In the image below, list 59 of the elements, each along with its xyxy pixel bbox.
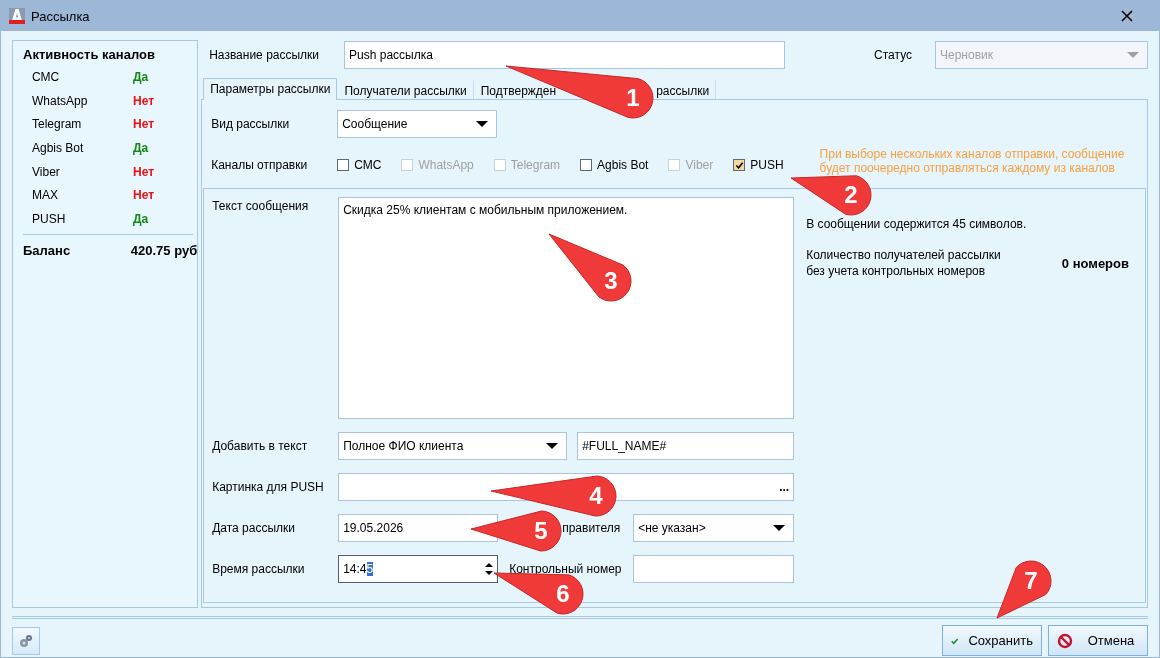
channel-status: Нет <box>133 188 155 203</box>
channel-name: WhatsApp <box>32 93 89 108</box>
date-input-field[interactable]: 19.05.2026 <box>338 514 499 542</box>
callout-marker: 5 <box>470 510 562 552</box>
time-spinner-field[interactable]: 14:45 <box>338 555 499 583</box>
field-label: Картинка для PUSH <box>212 480 325 494</box>
recipients-count: 0 номеров <box>1061 255 1129 271</box>
channel-status: Нет <box>133 117 155 132</box>
channel-status: Да <box>133 140 149 155</box>
save-button[interactable]: Сохранить <box>942 625 1042 656</box>
hint-text: При выборе нескольких каналов отправки, сообщение будет поочередно отправляться каждому из каналов <box>819 147 1125 175</box>
channel-checkbox[interactable]: PUSH <box>733 158 784 172</box>
type-dropdown[interactable]: Сообщение <box>337 110 498 138</box>
spin-arrows-icon[interactable] <box>485 562 494 576</box>
callout-marker: 2 <box>790 175 872 216</box>
field-label: Название рассылки <box>209 48 320 62</box>
tab[interactable]: Параметры рассылки <box>203 78 338 100</box>
code-input-field[interactable]: #FULL_NAME# <box>577 432 795 460</box>
callout-marker: 7 <box>996 560 1052 619</box>
gears-icon <box>18 632 34 649</box>
field-label: правителя <box>562 521 622 535</box>
field-label: Текст сообщения <box>212 198 310 215</box>
name-input-field[interactable]: Push рассылка <box>344 41 786 69</box>
balance-value: 420.75 руб <box>130 243 198 259</box>
char-count-text: В сообщении содержится 45 символов. <box>806 217 1028 231</box>
app-logo-icon <box>9 8 25 24</box>
channel-name: Telegram <box>32 117 83 132</box>
channel-name: Viber <box>32 164 61 179</box>
callout-marker: 3 <box>548 233 632 302</box>
channel-name: Agbis Bot <box>32 140 85 155</box>
insert-dropdown[interactable]: Полное ФИО клиента <box>338 432 568 460</box>
panel-title: Активность каналов <box>23 47 156 62</box>
check-icon <box>734 160 744 170</box>
field-label: Статус <box>874 48 912 62</box>
channel-status: Да <box>133 211 149 226</box>
control-number-field[interactable] <box>633 555 795 583</box>
field-label: Вид рассылки <box>211 117 291 131</box>
channel-status: Нет <box>133 164 155 179</box>
field-label: Время рассылки <box>212 562 306 576</box>
field-label: Каналы отправки <box>211 158 309 172</box>
channel-name: MAX <box>32 188 59 203</box>
tab[interactable]: Получатели рассылки <box>337 80 474 99</box>
channel-name: PUSH <box>32 211 67 226</box>
channel-name: СМС <box>32 69 61 84</box>
field-label: Добавить в текст <box>212 439 309 453</box>
sender-dropdown[interactable]: <не указан> <box>633 514 795 542</box>
window-title: Рассылка <box>31 8 91 24</box>
recipients-label: Количество получателей рассылки без учета контрольных номеров <box>806 247 1001 279</box>
channel-checkbox[interactable]: Agbis Bot <box>580 158 649 172</box>
callout-marker: 4 <box>490 475 617 517</box>
settings-button[interactable] <box>12 626 40 655</box>
no-entry-icon <box>1057 632 1073 649</box>
balance-label: Баланс <box>23 243 72 259</box>
channel-checkbox[interactable]: СМС <box>337 158 382 172</box>
channel-status: Да <box>133 69 149 84</box>
channel-status: Нет <box>133 93 155 108</box>
field-label: Дата рассылки <box>212 521 296 535</box>
close-icon[interactable] <box>1121 10 1133 22</box>
cancel-button[interactable]: Отмена <box>1048 625 1148 656</box>
